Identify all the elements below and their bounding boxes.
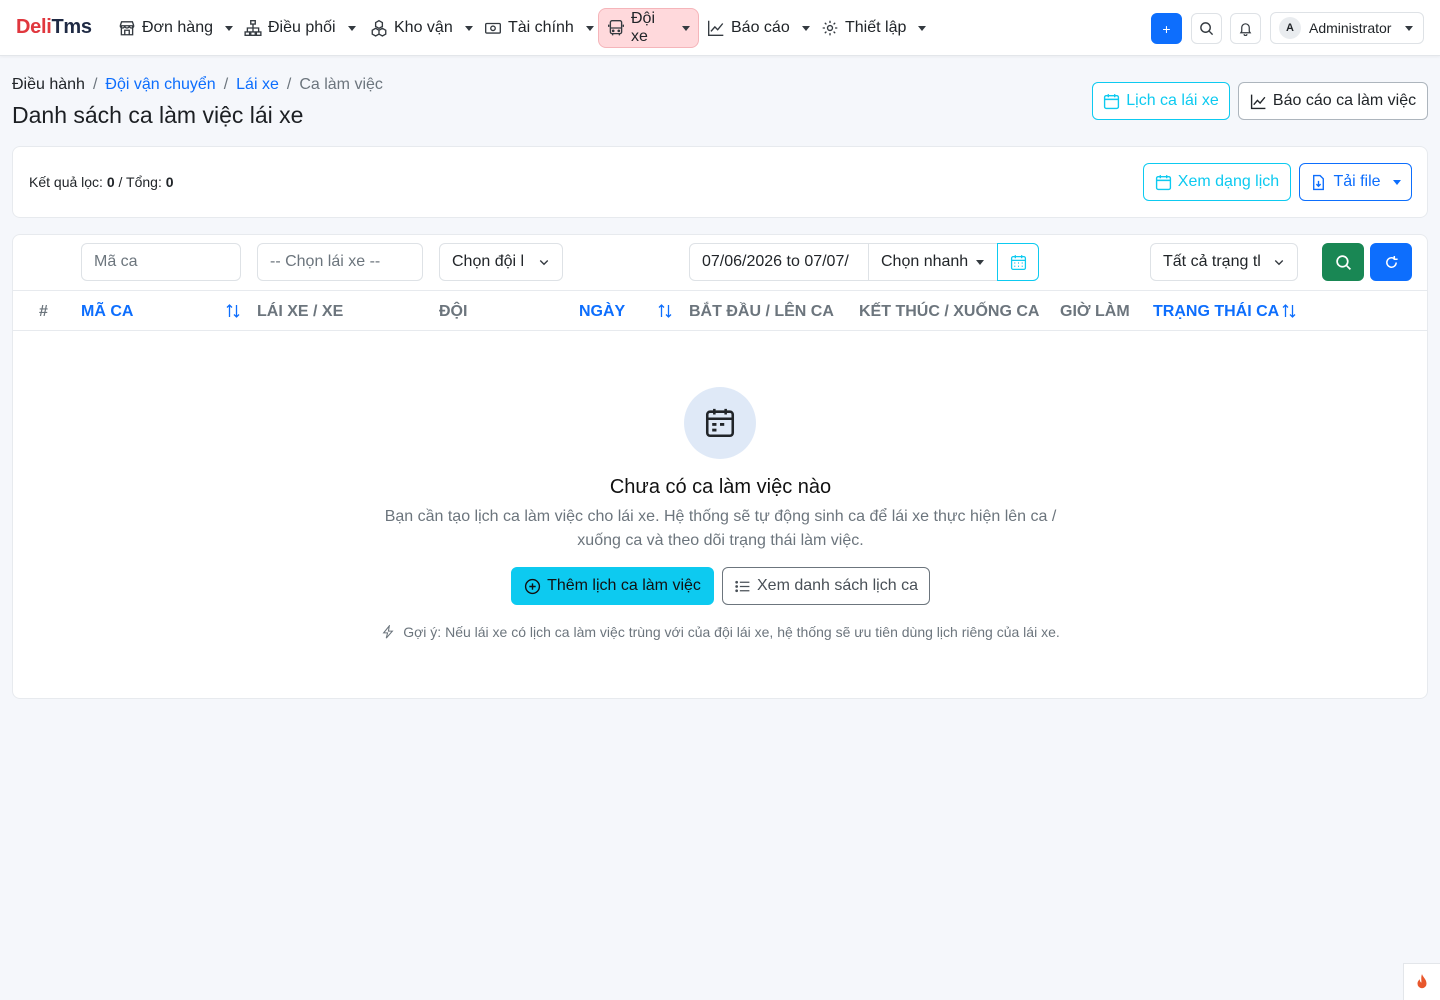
breadcrumb-transport-team[interactable]: Đội vận chuyển <box>105 76 215 94</box>
caret-down-icon <box>347 25 356 31</box>
calendar-icon <box>1155 174 1171 190</box>
team-select[interactable]: Chọn đội l <box>439 243 563 281</box>
nav-item-warehouse[interactable]: Kho vận <box>362 9 481 47</box>
lightning-icon <box>382 625 394 639</box>
empty-state-hint: Gợi ý: Nếu lái xe có lịch ca làm việc tr… <box>13 624 1428 640</box>
download-file-button[interactable]: Tải file <box>1299 163 1412 201</box>
shift-report-button[interactable]: Báo cáo ca làm việc <box>1238 82 1428 120</box>
store-icon <box>119 21 135 36</box>
view-schedule-list-button[interactable]: Xem danh sách lịch ca <box>722 567 930 605</box>
calendar-icon <box>1104 93 1120 109</box>
breadcrumb: Điều hành / Đội vận chuyển / Lái xe / Ca… <box>12 76 383 94</box>
list-icon <box>735 580 750 592</box>
caret-down-icon <box>224 25 233 31</box>
col-end: KẾT THÚC / XUỐNG CA <box>859 303 1040 320</box>
quick-date-select[interactable]: Chọn nhanh <box>868 243 998 281</box>
brand-logo[interactable]: DeliTms <box>16 16 92 39</box>
caret-down-icon <box>682 25 690 31</box>
sitemap-icon <box>244 20 262 36</box>
boxes-icon <box>371 19 387 37</box>
chart-line-icon <box>1250 94 1266 109</box>
global-search-button[interactable] <box>1191 13 1222 44</box>
search-icon <box>1200 22 1214 36</box>
chevron-down-icon <box>1274 260 1284 266</box>
page-title: Danh sách ca làm việc lái xe <box>12 102 304 128</box>
chevron-down-icon <box>539 260 549 266</box>
nav-item-orders[interactable]: Đơn hàng <box>110 9 241 47</box>
quick-add-button[interactable]: + <box>1151 13 1182 44</box>
caret-down-icon <box>801 25 810 31</box>
bus-icon <box>608 20 624 36</box>
empty-state-description: Bạn cần tạo lịch ca làm việc cho lái xe.… <box>384 508 1057 549</box>
summary-card: Kết quả lọc: 0 / Tổng: 0 Xem dạng lịch T… <box>12 146 1428 218</box>
shift-code-input[interactable]: Mã ca <box>81 243 241 281</box>
reset-button[interactable] <box>1370 243 1412 281</box>
driver-select[interactable]: -- Chọn lái xe -- <box>257 243 423 281</box>
col-date[interactable]: NGÀY <box>579 303 625 321</box>
gear-icon <box>822 20 838 36</box>
caret-down-icon <box>976 259 985 265</box>
avatar: A <box>1279 17 1301 39</box>
top-navbar: DeliTms Đơn hàng Điều phối Kho vận Tài c… <box>0 0 1440 56</box>
empty-state-badge <box>684 387 756 459</box>
nav-item-fleet[interactable]: Đội xe <box>598 8 699 48</box>
user-name: Administrator <box>1309 20 1392 36</box>
col-start: BẮT ĐẦU / LÊN CA <box>689 303 834 320</box>
caret-down-icon <box>585 25 594 31</box>
shift-table-card: Mã ca -- Chọn lái xe -- Chọn đội l 07/06… <box>12 234 1428 699</box>
chart-line-icon <box>708 20 724 36</box>
caret-down-icon <box>464 25 473 31</box>
col-index: # <box>39 303 48 320</box>
refresh-icon <box>1385 255 1398 268</box>
cash-icon <box>485 22 501 34</box>
col-driver-vehicle: LÁI XE / XE <box>257 303 344 320</box>
col-team: ĐỘI <box>439 303 468 320</box>
breadcrumb-current: Ca làm việc <box>299 76 383 93</box>
debug-toolbar-toggle[interactable] <box>1403 963 1440 1000</box>
calendar-view-button[interactable]: Xem dạng lịch <box>1143 163 1291 201</box>
user-menu-button[interactable]: A Administrator <box>1270 12 1424 44</box>
col-shift-code[interactable]: MÃ CA <box>81 303 133 321</box>
sort-icon[interactable] <box>1281 303 1297 319</box>
caret-down-icon <box>1392 179 1401 185</box>
file-download-icon <box>1313 174 1325 190</box>
calendar-schedule-icon <box>705 408 735 438</box>
breadcrumb-drivers[interactable]: Lái xe <box>236 76 279 94</box>
sort-icon[interactable] <box>225 303 241 319</box>
caret-down-icon <box>918 25 927 31</box>
driver-schedule-button[interactable]: Lịch ca lái xe <box>1092 82 1230 120</box>
col-hours: GIỜ LÀM <box>1060 303 1130 320</box>
result-count: Kết quả lọc: 0 / Tổng: 0 <box>29 174 174 190</box>
nav-item-reports[interactable]: Báo cáo <box>699 9 818 47</box>
caret-down-icon <box>1405 25 1414 31</box>
table-header: # MÃ CA LÁI XE / XE ĐỘI NGÀY BẮT ĐẦU / L… <box>13 290 1428 331</box>
search-button[interactable] <box>1322 243 1364 281</box>
plus-circle-icon <box>524 578 541 594</box>
calendar-icon <box>1010 254 1026 270</box>
nav-item-settings[interactable]: Thiết lập <box>813 9 934 47</box>
status-select[interactable]: Tất cả trạng tl <box>1150 243 1298 281</box>
add-shift-schedule-button[interactable]: Thêm lịch ca làm việc <box>511 567 714 605</box>
date-range-input[interactable]: 07/06/2026 to 07/07/ <box>689 243 869 281</box>
date-picker-button[interactable] <box>997 243 1039 281</box>
notifications-button[interactable] <box>1230 13 1261 44</box>
col-status[interactable]: TRẠNG THÁI CA <box>1153 303 1279 321</box>
breadcrumb-root[interactable]: Điều hành <box>12 76 85 94</box>
sort-icon[interactable] <box>657 303 673 319</box>
flame-icon <box>1417 974 1427 989</box>
bell-icon <box>1239 23 1252 36</box>
search-icon <box>1335 254 1351 270</box>
nav-item-finance[interactable]: Tài chính <box>476 9 602 47</box>
empty-state-title: Chưa có ca làm việc nào <box>609 476 832 498</box>
nav-item-dispatch[interactable]: Điều phối <box>236 9 364 47</box>
